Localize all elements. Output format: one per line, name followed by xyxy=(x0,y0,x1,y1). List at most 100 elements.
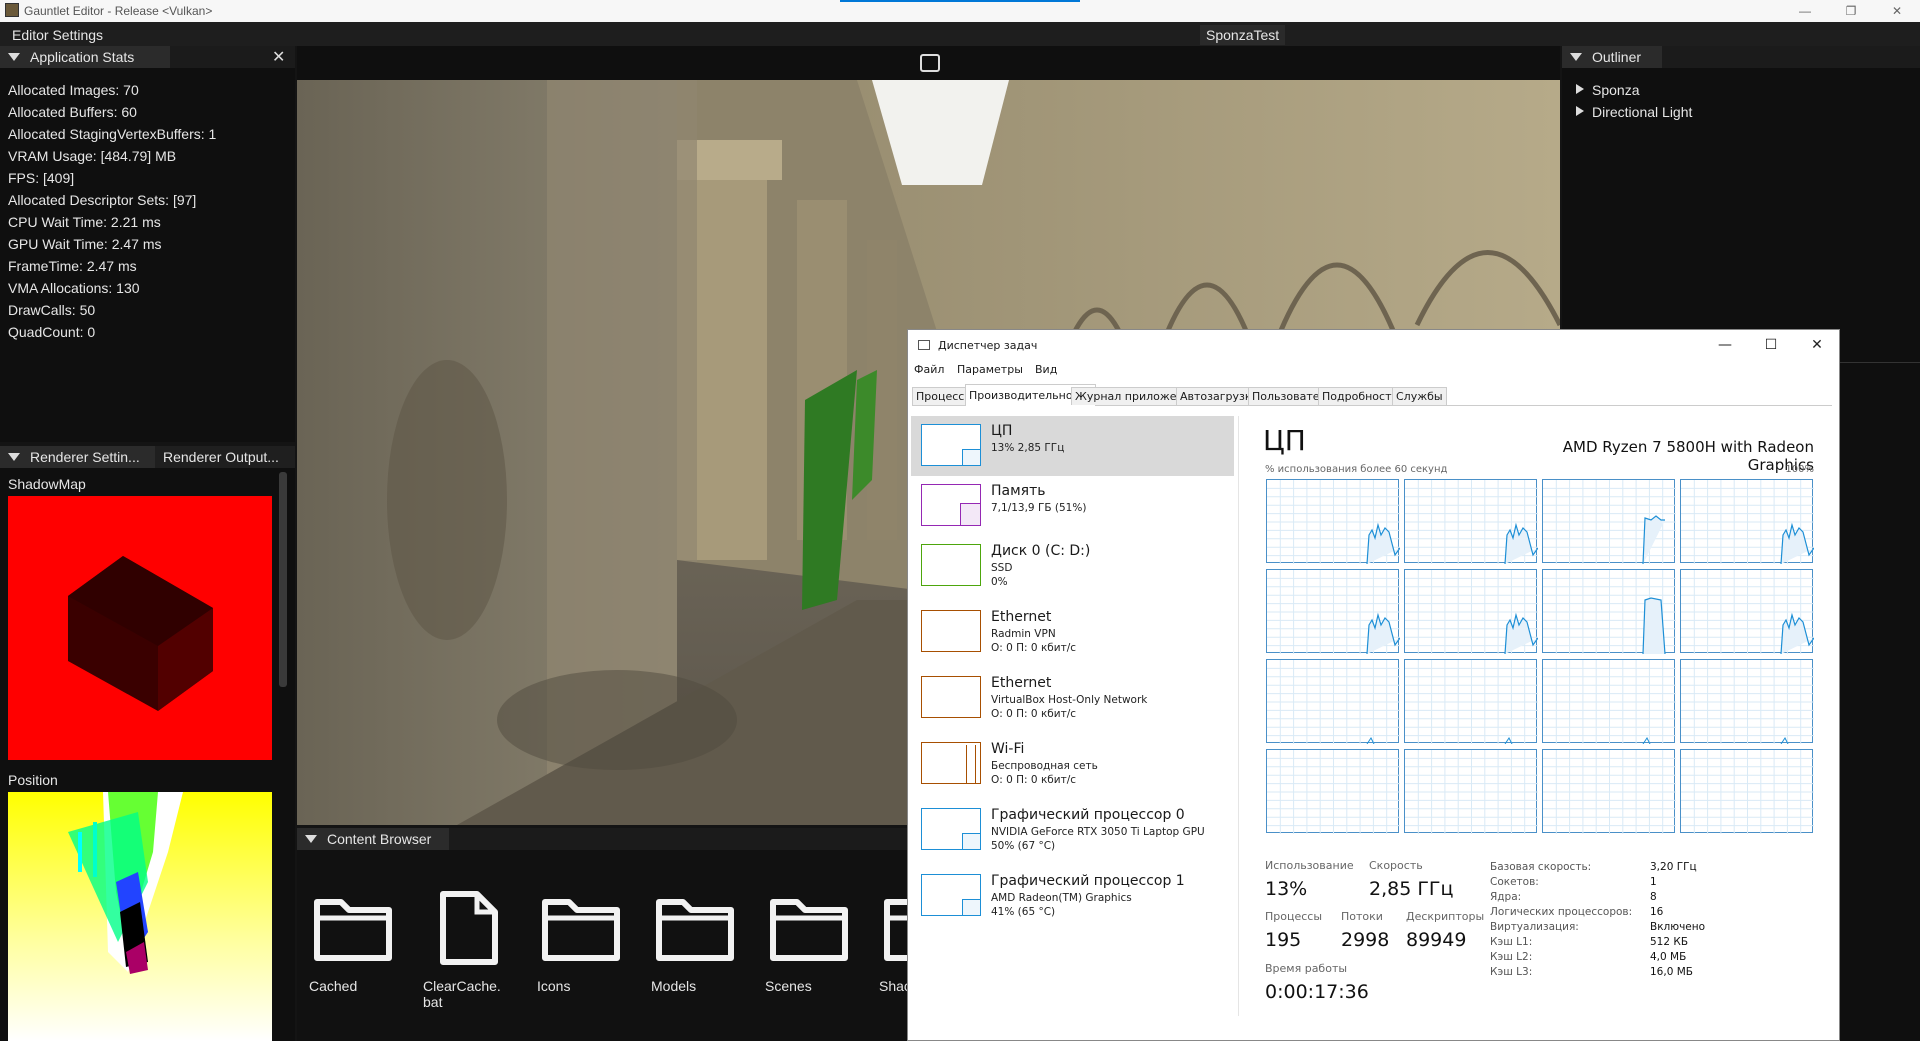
cpu-core-graph xyxy=(1680,569,1814,654)
resource-name: ЦП xyxy=(991,423,1013,439)
tab-application-stats[interactable]: Application Stats xyxy=(0,46,170,68)
spec-value: 1 xyxy=(1650,876,1657,888)
expand-arrow-icon[interactable] xyxy=(1576,106,1584,116)
resource-thumbnail xyxy=(921,424,981,466)
tab-renderer-output[interactable]: Renderer Output... xyxy=(155,446,295,468)
panel-header: Content Browser xyxy=(297,828,927,850)
graph-max: 100% xyxy=(1785,464,1814,475)
resource-item[interactable]: Графический процессор 1 AMD Radeon(TM) Gr… xyxy=(911,866,1234,926)
tab-label: Application Stats xyxy=(30,49,135,65)
editor-settings-menu[interactable]: Editor Settings xyxy=(12,27,103,43)
resource-detail: Radmin VPN xyxy=(991,628,1056,640)
tm-close-button[interactable]: ✕ xyxy=(1794,330,1840,360)
resource-name: Диск 0 (C: D:) xyxy=(991,543,1091,559)
resource-item[interactable]: Диск 0 (C: D:) SSD 0% xyxy=(911,536,1234,596)
stat-line: DrawCalls: 50 xyxy=(8,302,96,318)
minimize-button[interactable]: — xyxy=(1782,0,1828,22)
application-stats-panel: Application Stats ✕ Allocated Images: 70… xyxy=(0,46,295,442)
tm-maximize-button[interactable]: ☐ xyxy=(1748,330,1794,360)
folder-icon xyxy=(303,888,403,968)
tm-menu-item[interactable]: Параметры xyxy=(957,363,1023,376)
tab-label: Content Browser xyxy=(327,831,432,847)
outliner-item[interactable]: Sponza xyxy=(1576,80,1896,100)
spec-value: Включено xyxy=(1650,921,1706,933)
cpu-core-graph xyxy=(1542,569,1676,654)
cpu-core-graph xyxy=(1404,659,1538,744)
renderer-panel: Renderer Settin... Renderer Output... Sh… xyxy=(0,446,295,1041)
window-titlebar: Gauntlet Editor - Release <Vulkan> — ❐ ✕ xyxy=(0,0,1920,22)
viewport-toolbar xyxy=(297,46,1560,80)
resource-item[interactable]: Ethernet VirtualBox Host-Only Network О: 0… xyxy=(911,668,1234,728)
spec-value: 16,0 МБ xyxy=(1650,966,1693,978)
tab-outliner[interactable]: Outliner xyxy=(1562,46,1662,68)
folder-icon xyxy=(645,888,745,968)
resource-item[interactable]: ЦП 13% 2,85 ГГц xyxy=(911,416,1234,476)
tm-menu-item[interactable]: Вид xyxy=(1035,363,1057,376)
usage-label: Использование xyxy=(1265,859,1354,872)
close-button[interactable]: ✕ xyxy=(1874,0,1920,22)
collapse-icon[interactable] xyxy=(8,453,20,461)
stat-line: CPU Wait Time: 2.21 ms xyxy=(8,214,161,230)
scene-tab[interactable]: SponzaTest xyxy=(1200,25,1286,45)
maximize-viewport-icon[interactable] xyxy=(920,54,940,72)
resource-name: Ethernet xyxy=(991,609,1052,625)
outliner-item[interactable]: Directional Light xyxy=(1576,102,1896,122)
cpu-core-graph xyxy=(1266,749,1400,834)
task-manager-title: Диспетчер задач xyxy=(938,339,1038,352)
resource-detail: NVIDIA GeForce RTX 3050 Ti Laptop GPU xyxy=(991,826,1205,838)
tab-label: Renderer Settin... xyxy=(30,449,140,465)
shadowmap-preview xyxy=(8,496,272,760)
cpu-heading: ЦП xyxy=(1263,424,1306,457)
resource-name: Память xyxy=(991,483,1046,499)
resource-item[interactable]: Графический процессор 0 NVIDIA GeForce RT… xyxy=(911,800,1234,860)
usage-value: 13% xyxy=(1265,878,1308,900)
uptime-value: 0:00:17:36 xyxy=(1265,981,1369,1003)
task-manager-icon xyxy=(918,340,930,350)
tm-minimize-button[interactable]: — xyxy=(1702,330,1748,360)
resource-name: Графический процессор 1 xyxy=(991,873,1185,889)
close-panel-icon[interactable]: ✕ xyxy=(272,47,285,67)
spec-label: Кэш L2: xyxy=(1490,951,1533,963)
cpu-core-graphs xyxy=(1266,479,1814,834)
panel-header: Renderer Settin... Renderer Output... xyxy=(0,446,295,468)
cpu-core-graph xyxy=(1266,479,1400,564)
resource-name: Ethernet xyxy=(991,675,1052,691)
resource-detail: О: 0 П: 0 кбит/с xyxy=(991,774,1077,786)
tm-menu-item[interactable]: Файл xyxy=(914,363,944,376)
stat-line: VRAM Usage: [484.79] MB xyxy=(8,148,177,164)
tab-content-browser[interactable]: Content Browser xyxy=(297,828,449,850)
content-browser-panel: Content Browser Cached ClearCache. bat Ico… xyxy=(297,828,962,1041)
content-item-label: Cached xyxy=(309,978,358,994)
collapse-icon[interactable] xyxy=(8,53,20,61)
speed-value: 2,85 ГГц xyxy=(1369,878,1454,900)
stat-line: Allocated StagingVertexBuffers: 1 xyxy=(8,126,217,142)
spec-label: Базовая скорость: xyxy=(1490,861,1592,873)
outliner-item-label: Sponza xyxy=(1592,82,1640,98)
resource-detail: VirtualBox Host-Only Network xyxy=(991,694,1148,706)
editor-menubar: Editor Settings SponzaTest xyxy=(0,22,1920,46)
processes-value: 195 xyxy=(1265,929,1302,951)
titlebar-accent xyxy=(840,0,1080,2)
resource-detail: 0% xyxy=(991,576,1008,588)
content-item-label: Icons xyxy=(537,978,571,994)
collapse-icon[interactable] xyxy=(1570,53,1582,61)
resource-item[interactable]: Wi-Fi Беспроводная сеть О: 0 П: 0 кбит/с xyxy=(911,734,1234,794)
stat-line: Allocated Images: 70 xyxy=(8,82,139,98)
shadowmap-label: ShadowMap xyxy=(8,476,86,492)
spec-label: Сокетов: xyxy=(1490,876,1539,888)
cpu-core-graph xyxy=(1680,479,1814,564)
collapse-icon[interactable] xyxy=(305,835,317,843)
content-item-label: Scenes xyxy=(765,978,812,994)
tab-renderer-settings[interactable]: Renderer Settin... xyxy=(0,446,155,468)
expand-arrow-icon[interactable] xyxy=(1576,84,1584,94)
app-icon xyxy=(5,3,19,17)
task-manager-window: Диспетчер задач — ☐ ✕ Файл Параметры Вид П… xyxy=(907,329,1840,1041)
maximize-button[interactable]: ❐ xyxy=(1828,0,1874,22)
renderer-scrollbar[interactable] xyxy=(279,472,287,687)
handles-value: 89949 xyxy=(1406,929,1467,951)
resource-item[interactable]: Память 7,1/13,9 ГБ (51%) xyxy=(911,476,1234,536)
tm-tab[interactable]: Службы xyxy=(1392,387,1447,405)
tm-tab[interactable]: Подробности xyxy=(1318,387,1403,405)
resource-item[interactable]: Ethernet Radmin VPN О: 0 П: 0 кбит/с xyxy=(911,602,1234,662)
tm-divider xyxy=(1238,416,1239,1016)
